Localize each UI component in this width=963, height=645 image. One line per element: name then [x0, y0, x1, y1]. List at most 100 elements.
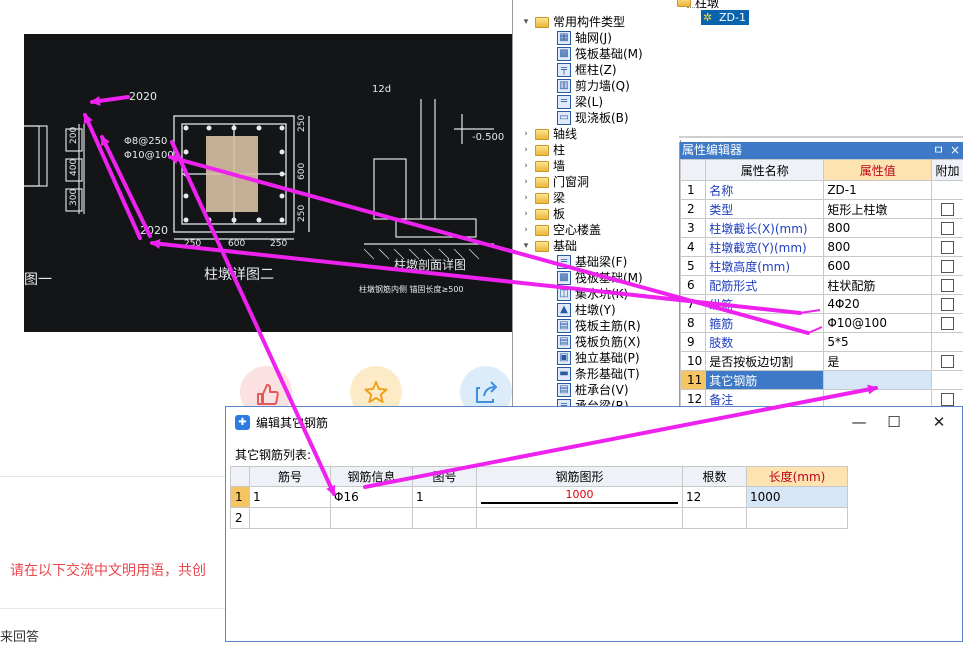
property-value[interactable]: 4Φ20 — [824, 295, 932, 314]
column-header: 属性名称 — [706, 160, 824, 181]
tree-item[interactable]: ▤桩承台(V) — [513, 382, 680, 398]
property-value[interactable]: 800 — [824, 219, 932, 238]
extra-checkbox[interactable] — [941, 317, 954, 330]
minimize-button[interactable]: — — [846, 411, 872, 433]
extra-checkbox[interactable] — [941, 279, 954, 292]
property-row[interactable]: 2类型矩形上柱墩 — [681, 200, 963, 219]
dialog-title-bar[interactable]: ✚ 编辑其它钢筋 — ☐ ✕ — [226, 407, 962, 438]
extra-checkbox[interactable] — [941, 222, 954, 235]
rebar-row[interactable]: 11Φ1611000121000 — [231, 487, 848, 508]
expand-right-icon[interactable]: › — [521, 174, 531, 190]
caption-left: 图一 — [24, 272, 52, 288]
tree-item[interactable]: ▩筏板基础(M) — [513, 46, 680, 62]
rebar-tu-cell[interactable]: 1 — [413, 487, 477, 508]
tree-item[interactable]: ▲柱墩(Y) — [513, 302, 680, 318]
tree-item[interactable]: ▾常用构件类型 — [513, 14, 680, 30]
property-row[interactable]: 3柱墩截长(X)(mm)800 — [681, 219, 963, 238]
property-value[interactable]: ZD-1 — [824, 181, 932, 200]
rebar-count-cell[interactable] — [683, 508, 747, 529]
expand-down-icon[interactable]: ▾ — [521, 14, 531, 30]
tree-item-label: 剪力墙(Q) — [575, 78, 630, 94]
tree-item-zd1[interactable]: ✲ ZD-1 — [701, 10, 749, 25]
close-button[interactable]: ✕ — [926, 411, 952, 433]
property-row[interactable]: 10是否按板边切割是 — [681, 352, 963, 371]
extra-checkbox[interactable] — [941, 393, 954, 406]
component-instance-tree[interactable]: 柱墩 ✲ ZD-1 — [679, 0, 963, 140]
tree-item[interactable]: ›门窗洞 — [513, 174, 680, 190]
property-value[interactable]: 是 — [824, 352, 932, 371]
tree-parent-label[interactable]: 柱墩 — [695, 0, 719, 10]
caption-mid: 柱墩详图二 — [204, 267, 274, 283]
tree-item-label: 集水坑(K) — [575, 286, 628, 302]
expand-right-icon[interactable]: › — [521, 190, 531, 206]
rebar-info-cell[interactable]: Φ16 — [331, 487, 413, 508]
splitter[interactable] — [679, 136, 963, 138]
expand-right-icon[interactable]: › — [521, 126, 531, 142]
tree-item[interactable]: ›板 — [513, 206, 680, 222]
tree-item[interactable]: ▤筏板主筋(R) — [513, 318, 680, 334]
tree-item[interactable]: ═基础梁(F) — [513, 254, 680, 270]
expand-right-icon[interactable]: › — [521, 222, 531, 238]
expand-down-icon[interactable]: ▾ — [521, 238, 531, 254]
tree-item[interactable]: ▦轴网(J) — [513, 30, 680, 46]
property-value[interactable]: 800 — [824, 238, 932, 257]
tree-item[interactable]: ▣独立基础(P) — [513, 350, 680, 366]
property-value[interactable]: 5*5 — [824, 333, 932, 352]
tree-item[interactable]: ›柱 — [513, 142, 680, 158]
property-row[interactable]: 11其它钢筋 — [681, 371, 963, 390]
close-icon[interactable]: × — [950, 142, 960, 159]
pin-icon[interactable]: ㅁ — [933, 142, 944, 159]
property-row[interactable]: 8箍筋Φ10@100 — [681, 314, 963, 333]
property-row[interactable]: 5柱墩高度(mm)600 — [681, 257, 963, 276]
expand-right-icon[interactable]: › — [521, 142, 531, 158]
tree-item[interactable]: ▬条形基础(T) — [513, 366, 680, 382]
tree-item[interactable]: ▾基础 — [513, 238, 680, 254]
rebar-shape-cell[interactable] — [477, 508, 683, 529]
property-row[interactable]: 6配筋形式柱状配筋 — [681, 276, 963, 295]
rebar-jin-cell[interactable]: 1 — [250, 487, 331, 508]
property-row[interactable]: 7纵筋4Φ20 — [681, 295, 963, 314]
tree-item[interactable]: ▩筏板基础(M) — [513, 270, 680, 286]
rebar-len-cell[interactable] — [747, 508, 848, 529]
tree-item-label: 筏板基础(M) — [575, 270, 643, 286]
property-value[interactable]: 柱状配筋 — [824, 276, 932, 295]
rebar-row[interactable]: 2 — [231, 508, 848, 529]
tree-item[interactable]: ›梁 — [513, 190, 680, 206]
maximize-button[interactable]: ☐ — [881, 411, 907, 433]
tree-item[interactable]: ›轴线 — [513, 126, 680, 142]
property-value[interactable]: Φ10@100 — [824, 314, 932, 333]
property-value[interactable]: 600 — [824, 257, 932, 276]
rebar-tu-cell[interactable] — [413, 508, 477, 529]
tree-item-label: 梁(L) — [575, 94, 603, 110]
expand-right-icon[interactable]: › — [521, 206, 531, 222]
answer-link[interactable]: 来回答 — [0, 626, 39, 645]
tree-item[interactable]: ╤框柱(Z) — [513, 62, 680, 78]
extra-checkbox[interactable] — [941, 260, 954, 273]
extra-checkbox[interactable] — [941, 241, 954, 254]
extra-checkbox[interactable] — [941, 203, 954, 216]
component-tree[interactable]: ▾常用构件类型▦轴网(J)▩筏板基础(M)╤框柱(Z)▥剪力墙(Q)═梁(L)▭… — [512, 0, 681, 408]
property-row[interactable]: 9肢数5*5 — [681, 333, 963, 352]
rebar-len-cell[interactable]: 1000 — [747, 487, 848, 508]
rebar-info-cell[interactable] — [331, 508, 413, 529]
extra-checkbox[interactable] — [941, 355, 954, 368]
property-name: 柱墩截宽(Y)(mm) — [706, 238, 824, 257]
row-number: 9 — [681, 333, 706, 352]
property-value[interactable]: 矩形上柱墩 — [824, 200, 932, 219]
tree-item[interactable]: ═梁(L) — [513, 94, 680, 110]
rebar-jin-cell[interactable] — [250, 508, 331, 529]
extra-checkbox[interactable] — [941, 298, 954, 311]
tree-item[interactable]: ›墙 — [513, 158, 680, 174]
expand-right-icon[interactable]: › — [521, 158, 531, 174]
rebar-shape-cell[interactable]: 1000 — [477, 487, 683, 508]
tree-item[interactable]: ▤筏板负筋(X) — [513, 334, 680, 350]
tree-item[interactable]: ▭现浇板(B) — [513, 110, 680, 126]
row-number: 4 — [681, 238, 706, 257]
property-row[interactable]: 4柱墩截宽(Y)(mm)800 — [681, 238, 963, 257]
tree-item[interactable]: ▥剪力墙(Q) — [513, 78, 680, 94]
tree-item[interactable]: ◫集水坑(K) — [513, 286, 680, 302]
property-row[interactable]: 1名称ZD-1 — [681, 181, 963, 200]
property-value[interactable] — [824, 371, 932, 390]
rebar-count-cell[interactable]: 12 — [683, 487, 747, 508]
tree-item[interactable]: ›空心楼盖 — [513, 222, 680, 238]
